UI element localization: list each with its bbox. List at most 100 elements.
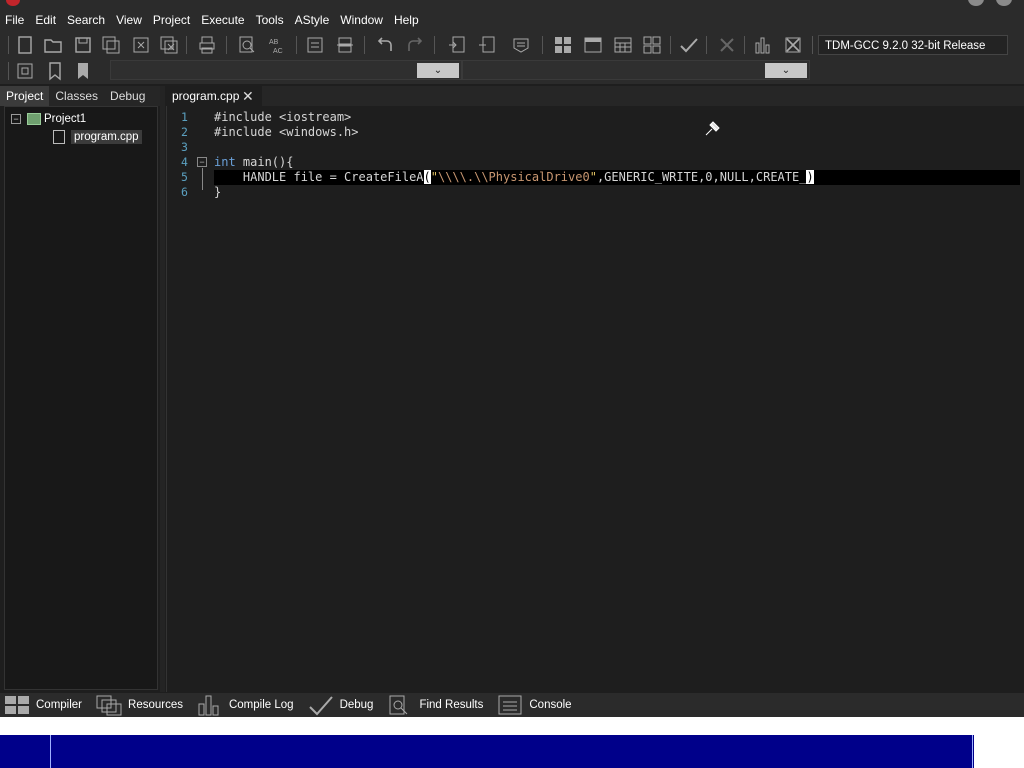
minimize-button[interactable] bbox=[968, 0, 984, 6]
new-file-button[interactable] bbox=[14, 34, 36, 56]
compile-button[interactable] bbox=[552, 34, 574, 56]
save-all-button[interactable] bbox=[100, 34, 122, 56]
replace-icon: AB AC bbox=[269, 39, 283, 55]
code-line-6: } bbox=[214, 185, 222, 199]
close-file-icon bbox=[133, 37, 149, 53]
mouse-pointer-icon bbox=[705, 121, 720, 136]
goto-bookmark-button[interactable] bbox=[72, 60, 94, 82]
menu-file[interactable]: File bbox=[4, 13, 32, 27]
delete-profile-button[interactable] bbox=[782, 34, 804, 56]
matched-paren-open: ( bbox=[423, 170, 431, 184]
stop-cross-icon bbox=[720, 38, 734, 52]
code-line-1: #include <iostream> bbox=[214, 110, 352, 124]
find-button[interactable] bbox=[236, 34, 258, 56]
save-button[interactable] bbox=[72, 34, 94, 56]
title-bar bbox=[0, 0, 1024, 8]
project-name: Project1 bbox=[44, 113, 87, 125]
compile-run-button[interactable] bbox=[612, 34, 634, 56]
tab-program-cpp[interactable]: program.cpp ✕ bbox=[166, 86, 262, 106]
folder-open-icon bbox=[44, 39, 62, 53]
print-button[interactable] bbox=[196, 34, 218, 56]
profile-button[interactable] bbox=[752, 34, 774, 56]
tab-classes[interactable]: Classes bbox=[49, 86, 104, 106]
code-line-5: HANDLE file = CreateFileA("\\\\.\\Physic… bbox=[214, 170, 814, 185]
tab-find-results[interactable]: Find Results bbox=[387, 694, 483, 716]
menu-view[interactable]: View bbox=[115, 13, 150, 27]
editor-tab-label: program.cpp bbox=[172, 89, 240, 103]
code-args: ,GENERIC_WRITE,0,NULL,CREATE_ bbox=[596, 170, 807, 184]
tree-project-node[interactable]: − Project1 bbox=[11, 113, 86, 125]
secondary-toolbar: ⌄ ⌄ bbox=[0, 58, 1024, 84]
toolbar-separator bbox=[670, 36, 671, 54]
syntax-check-button[interactable] bbox=[678, 34, 700, 56]
code-line-4: int main(){ bbox=[214, 155, 293, 170]
unindent-icon bbox=[337, 37, 353, 53]
panel-splitter[interactable] bbox=[160, 86, 165, 692]
close-file-button[interactable] bbox=[130, 34, 152, 56]
collapse-icon[interactable]: − bbox=[11, 114, 21, 124]
menu-execute[interactable]: Execute bbox=[200, 13, 252, 27]
toggle-bookmark-button[interactable] bbox=[44, 60, 66, 82]
rebuild-all-button[interactable] bbox=[641, 34, 663, 56]
menu-search[interactable]: Search bbox=[66, 13, 113, 27]
close-icon[interactable]: ✕ bbox=[242, 88, 254, 105]
indent-icon bbox=[307, 37, 323, 53]
project-options-icon bbox=[513, 38, 529, 53]
goto-button[interactable] bbox=[14, 60, 36, 82]
tab-debug-bottom[interactable]: Debug bbox=[308, 694, 373, 716]
redo-icon bbox=[408, 37, 423, 51]
function-combobox[interactable]: ⌄ bbox=[462, 60, 810, 80]
tab-debug[interactable]: Debug bbox=[104, 86, 151, 106]
toolbar-separator bbox=[542, 36, 543, 54]
menu-window[interactable]: Window bbox=[339, 13, 391, 27]
tab-resources[interactable]: Resources bbox=[96, 694, 183, 716]
maximize-button[interactable] bbox=[996, 0, 1012, 6]
taskbar-tray bbox=[974, 735, 1024, 768]
project-tree: − Project1 program.cpp bbox=[4, 106, 158, 690]
menu-help[interactable]: Help bbox=[393, 13, 427, 27]
open-file-button[interactable] bbox=[42, 34, 64, 56]
stop-execution-button[interactable] bbox=[716, 34, 738, 56]
tab-compile-log[interactable]: Compile Log bbox=[197, 694, 294, 716]
class-combobox[interactable]: ⌄ bbox=[110, 60, 462, 80]
indent-button[interactable] bbox=[304, 34, 326, 56]
matched-paren-close: ) bbox=[806, 170, 814, 184]
line-number: 2 bbox=[181, 125, 188, 139]
toolbar-separator bbox=[434, 36, 435, 54]
run-button[interactable] bbox=[582, 34, 604, 56]
menu-project[interactable]: Project bbox=[152, 13, 198, 27]
redo-button[interactable] bbox=[404, 34, 426, 56]
toolbar-separator bbox=[812, 36, 813, 54]
file-icon bbox=[53, 130, 65, 144]
tab-project[interactable]: Project bbox=[0, 86, 50, 106]
add-to-project-button[interactable] bbox=[446, 34, 468, 56]
taskbar-separator bbox=[50, 735, 51, 768]
taskbar-separator bbox=[972, 735, 973, 768]
close-all-button[interactable] bbox=[158, 34, 180, 56]
tab-compiler[interactable]: Compiler bbox=[4, 694, 82, 716]
menu-edit[interactable]: Edit bbox=[34, 13, 64, 27]
bar-chart-icon bbox=[198, 695, 219, 716]
undo-button[interactable] bbox=[374, 34, 396, 56]
remove-from-project-button[interactable] bbox=[476, 34, 498, 56]
unindent-button[interactable] bbox=[334, 34, 356, 56]
replace-button[interactable]: AB AC bbox=[266, 34, 288, 56]
project-options-button[interactable] bbox=[510, 34, 532, 56]
chevron-down-icon[interactable]: ⌄ bbox=[417, 63, 459, 78]
chevron-down-icon[interactable]: ⌄ bbox=[765, 63, 807, 78]
toolbar-separator bbox=[8, 62, 9, 80]
fold-collapse-icon[interactable]: − bbox=[197, 157, 207, 167]
menu-astyle[interactable]: AStyle bbox=[294, 13, 338, 27]
fold-line bbox=[202, 168, 203, 190]
code-editor[interactable]: 1 2 3 4 5 6 − #include <iostream> #inclu… bbox=[166, 106, 1024, 692]
checkmark-icon bbox=[680, 38, 698, 53]
compiler-select[interactable]: TDM-GCC 9.2.0 32-bit Release bbox=[818, 35, 1008, 55]
tab-console[interactable]: Console bbox=[497, 694, 572, 716]
delete-profile-icon bbox=[785, 37, 801, 53]
bookmark-icon bbox=[49, 62, 61, 81]
checkmark-icon bbox=[308, 696, 333, 716]
tree-file-node[interactable]: program.cpp bbox=[53, 130, 142, 144]
run-window-icon bbox=[584, 37, 602, 53]
menu-tools[interactable]: Tools bbox=[255, 13, 292, 27]
taskbar bbox=[0, 735, 1024, 768]
